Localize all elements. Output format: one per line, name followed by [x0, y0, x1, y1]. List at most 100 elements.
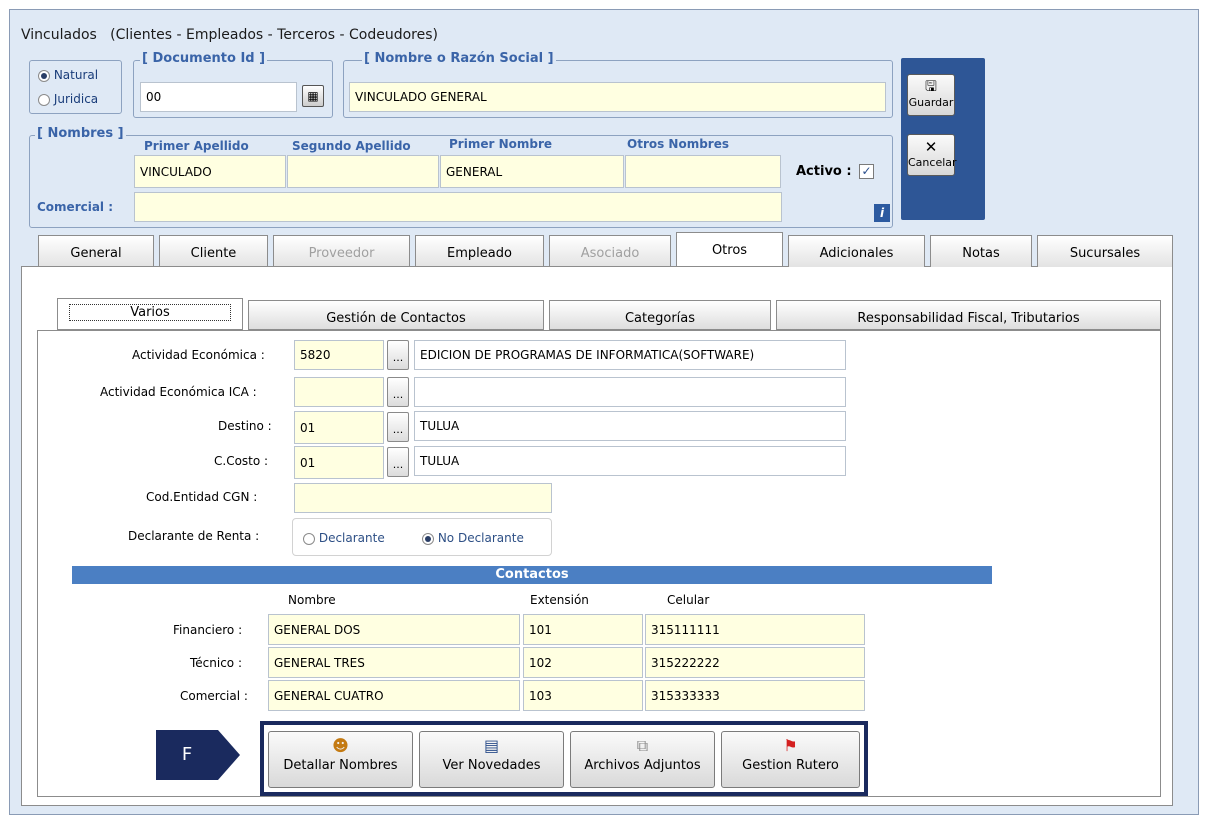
radio-no-declarante-label: No Declarante [437, 531, 524, 545]
gestion-rutero-label: Gestion Rutero [742, 758, 839, 773]
actividad-label: Actividad Económica : [132, 348, 265, 362]
destino-lookup-button[interactable]: ... [387, 412, 409, 442]
tab-asociado[interactable]: Asociado [549, 235, 671, 267]
destino-label: Destino : [218, 419, 272, 433]
contacto-comercial-cel[interactable]: 315333333 [645, 680, 865, 711]
actividad-code-input[interactable]: 5820 [294, 340, 384, 370]
primer-nombre-input[interactable]: GENERAL [440, 155, 624, 188]
save-label: Guardar [908, 96, 954, 109]
contactos-col-extension: Extensión [530, 593, 589, 607]
barcode-icon[interactable]: ▦ [302, 85, 324, 107]
radio-juridica-label: Juridica [53, 92, 99, 106]
tab-otros[interactable]: Otros [676, 232, 783, 266]
contacto-financiero-label: Financiero : [173, 623, 243, 637]
activo-checkbox[interactable]: ✓ [859, 164, 874, 179]
archivos-adjuntos-label: Archivos Adjuntos [584, 758, 701, 773]
contacto-financiero-nombre[interactable]: GENERAL DOS [268, 614, 520, 645]
cgn-input[interactable] [294, 483, 552, 513]
documento-input[interactable]: 00 [140, 82, 297, 112]
callout-arrow-icon [218, 730, 240, 780]
contacto-comercial-label: Comercial : [180, 689, 248, 703]
detallar-nombres-label: Detallar Nombres [283, 758, 398, 773]
contacto-comercial-nombre[interactable]: GENERAL CUATRO [268, 680, 520, 711]
tab-general[interactable]: General [38, 235, 154, 267]
inner-tab-varios[interactable]: Varios [57, 298, 243, 330]
otros-nombres-input[interactable] [625, 155, 781, 188]
save-icon: 🖫 [925, 79, 937, 95]
cgn-label: Cod.Entidad CGN : [146, 490, 258, 504]
header-primer-apellido: Primer Apellido [144, 139, 249, 153]
archivos-adjuntos-button[interactable]: ⧉ Archivos Adjuntos [570, 731, 715, 788]
contacto-tecnico-nombre[interactable]: GENERAL TRES [268, 647, 520, 678]
header-primer-nombre: Primer Nombre [449, 137, 553, 151]
comercial-input[interactable] [134, 192, 782, 222]
radio-natural-label: Natural [53, 68, 99, 82]
ccosto-label: C.Costo : [214, 454, 269, 468]
ver-novedades-button[interactable]: ▤ Ver Novedades [419, 731, 564, 788]
nombres-legend: [ Nombres ] [35, 126, 126, 141]
razon-social-legend: [ Nombre o Razón Social ] [362, 51, 556, 66]
primer-apellido-input[interactable]: VINCULADO [134, 155, 286, 188]
inner-tab-gestion-contactos[interactable]: Gestión de Contactos [248, 300, 544, 330]
cancel-button[interactable]: ✕ Cancelar [907, 134, 957, 176]
documento-legend: [ Documento Id ] [140, 51, 268, 66]
pdf-icon: ⚑ [783, 736, 798, 755]
contactos-col-nombre: Nombre [288, 593, 336, 607]
contactos-col-celular: Celular [667, 593, 710, 607]
people-icon: ☻ [332, 736, 349, 755]
radio-juridica-dot[interactable] [38, 93, 50, 106]
activo-label: Activo : [796, 164, 852, 179]
radio-juridica[interactable]: Juridica [38, 92, 98, 106]
actividad-lookup-button[interactable]: ... [387, 340, 409, 370]
contacto-financiero-ext[interactable]: 101 [523, 614, 643, 645]
tab-sucursales[interactable]: Sucursales [1037, 235, 1173, 267]
actividad-ica-code-input[interactable] [294, 377, 384, 407]
radio-declarante-label: Declarante [318, 531, 385, 545]
actividad-ica-label: Actividad Económica ICA : [100, 385, 257, 399]
attachment-icon: ⧉ [636, 736, 649, 755]
document-icon: ▤ [483, 736, 500, 755]
cancel-label: Cancelar [908, 156, 957, 169]
actividad-ica-lookup-button[interactable]: ... [387, 377, 409, 407]
tab-cliente[interactable]: Cliente [159, 235, 268, 267]
radio-natural[interactable]: Natural [38, 68, 98, 82]
detallar-nombres-button[interactable]: ☻ Detallar Nombres [268, 731, 413, 788]
callout-letter: F [181, 744, 193, 765]
inner-tab-responsabilidad-fiscal[interactable]: Responsabilidad Fiscal, Tributarios [776, 300, 1161, 330]
ccosto-code-input[interactable]: 01 [294, 446, 384, 479]
radio-declarante[interactable]: Declarante [303, 531, 385, 545]
contacto-tecnico-ext[interactable]: 102 [523, 647, 643, 678]
destino-code-input[interactable]: 01 [294, 411, 384, 444]
cancel-icon: ✕ [924, 138, 938, 156]
contacto-tecnico-cel[interactable]: 315222222 [645, 647, 865, 678]
ver-novedades-label: Ver Novedades [442, 758, 541, 773]
razon-social-input[interactable]: VINCULADO GENERAL [349, 82, 886, 112]
info-icon[interactable]: i [874, 204, 890, 222]
contactos-header-bar: Contactos [72, 566, 992, 584]
segundo-apellido-input[interactable] [287, 155, 439, 188]
tab-proveedor[interactable]: Proveedor [273, 235, 410, 267]
save-button[interactable]: 🖫 Guardar [907, 74, 955, 116]
ccosto-desc-field: TULUA [414, 446, 846, 476]
destino-desc-field: TULUA [414, 411, 846, 441]
actividad-ica-desc-field [414, 377, 846, 407]
callout-marker: F [156, 730, 218, 780]
tab-adicionales[interactable]: Adicionales [788, 235, 925, 267]
comercial-label: Comercial : [37, 200, 114, 214]
tab-notas[interactable]: Notas [930, 235, 1032, 267]
header-otros-nombres: Otros Nombres [627, 137, 729, 151]
inner-tab-categorias[interactable]: Categorías [549, 300, 771, 330]
renta-label: Declarante de Renta : [128, 529, 260, 543]
window-title: Vinculados (Clientes - Empleados - Terce… [21, 27, 438, 43]
contacto-tecnico-label: Técnico : [190, 656, 243, 670]
radio-declarante-dot[interactable] [303, 532, 315, 545]
ccosto-lookup-button[interactable]: ... [387, 447, 409, 477]
tab-empleado[interactable]: Empleado [415, 235, 544, 267]
contacto-comercial-ext[interactable]: 103 [523, 680, 643, 711]
actividad-desc-field: EDICION DE PROGRAMAS DE INFORMATICA(SOFT… [414, 340, 846, 370]
radio-no-declarante[interactable]: No Declarante [422, 531, 524, 545]
radio-no-declarante-dot[interactable] [422, 532, 434, 545]
contacto-financiero-cel[interactable]: 315111111 [645, 614, 865, 645]
gestion-rutero-button[interactable]: ⚑ Gestion Rutero [721, 731, 860, 788]
radio-natural-dot[interactable] [38, 69, 50, 82]
